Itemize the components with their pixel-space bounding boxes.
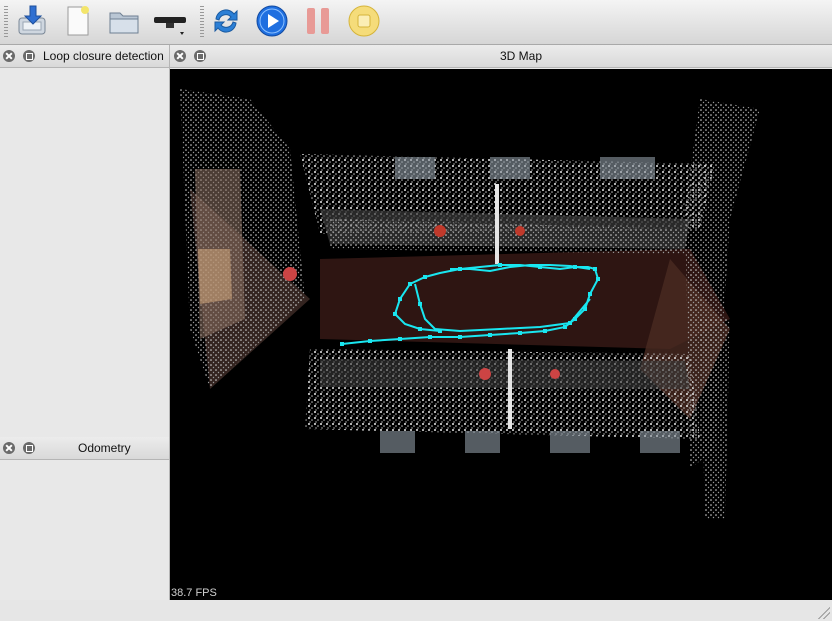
refresh-icon [214, 9, 238, 33]
odometry-dock-title: Odometry [0, 437, 169, 460]
camera-dropdown-icon [154, 17, 186, 35]
stop-button[interactable] [346, 3, 382, 39]
refresh-button[interactable] [208, 3, 244, 39]
play-icon [256, 5, 288, 37]
open-folder-button[interactable] [106, 3, 142, 39]
download-database-icon [18, 5, 46, 35]
main-toolbar [0, 0, 832, 45]
close-icon[interactable] [3, 50, 15, 62]
new-document-button[interactable] [60, 3, 96, 39]
play-button[interactable] [254, 3, 290, 39]
odometry-pane [0, 460, 169, 600]
float-icon[interactable] [23, 442, 35, 454]
loop-closure-dock-title: Loop closure detection [0, 45, 169, 68]
download-database-button[interactable] [14, 3, 50, 39]
resize-grip-icon[interactable] [818, 607, 830, 619]
3d-map-view[interactable]: 38.7 FPS [170, 69, 832, 600]
loop-closure-title: Loop closure detection [43, 49, 164, 63]
open-folder-icon [109, 12, 139, 34]
camera-dropdown-button[interactable] [152, 3, 188, 39]
pause-button[interactable] [300, 3, 336, 39]
map-dock-title: 3D Map [170, 45, 832, 68]
point-cloud-render [180, 89, 760, 519]
float-icon[interactable] [23, 50, 35, 62]
odometry-title: Odometry [78, 441, 131, 455]
loop-closure-pane [0, 68, 169, 436]
pause-icon [307, 8, 329, 34]
toolbar-grip-2[interactable] [200, 6, 204, 38]
fps-counter: 38.7 FPS [171, 587, 217, 599]
stop-icon [348, 5, 380, 37]
new-document-icon [67, 6, 89, 36]
toolbar-grip[interactable] [4, 6, 8, 38]
float-icon[interactable] [194, 50, 206, 62]
map-title: 3D Map [500, 49, 543, 63]
status-bar [0, 600, 832, 621]
close-icon[interactable] [3, 442, 15, 454]
close-icon[interactable] [174, 50, 186, 62]
